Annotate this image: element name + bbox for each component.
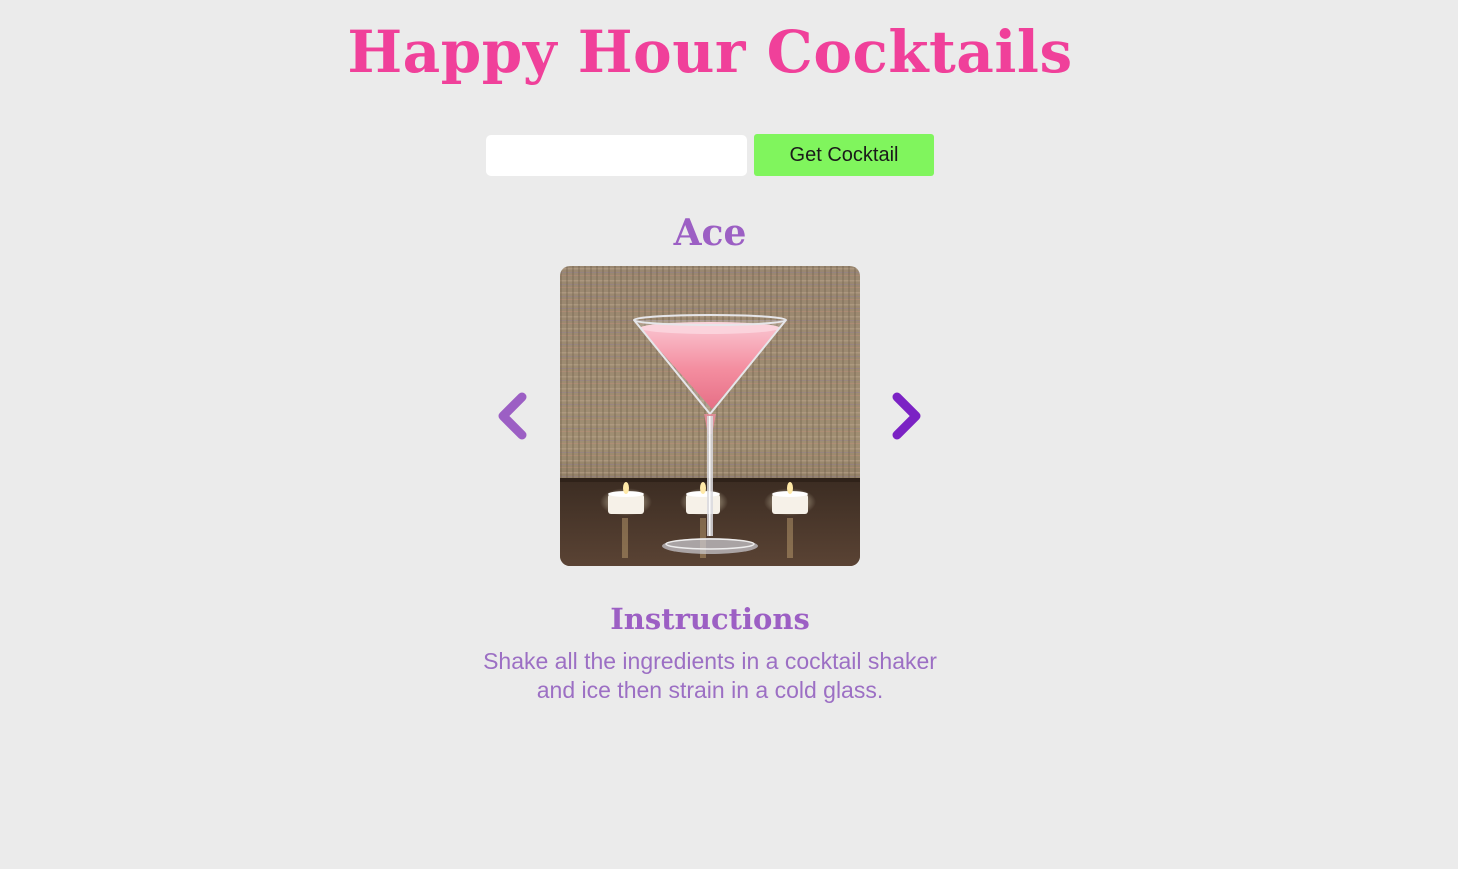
instructions-heading: Instructions xyxy=(610,602,810,636)
get-cocktail-button[interactable]: Get Cocktail xyxy=(754,134,934,176)
cocktail-name: Ace xyxy=(673,212,747,254)
instructions-text: Shake all the ingredients in a cocktail … xyxy=(483,648,937,703)
previous-button[interactable] xyxy=(494,391,530,441)
chevron-left-icon xyxy=(498,392,527,440)
cocktail-image xyxy=(560,266,860,566)
next-button[interactable] xyxy=(888,391,924,441)
search-input[interactable] xyxy=(486,135,747,176)
cocktail-photo xyxy=(560,266,860,566)
page-title: Happy Hour Cocktails xyxy=(347,18,1073,86)
chevron-right-icon xyxy=(892,392,921,440)
